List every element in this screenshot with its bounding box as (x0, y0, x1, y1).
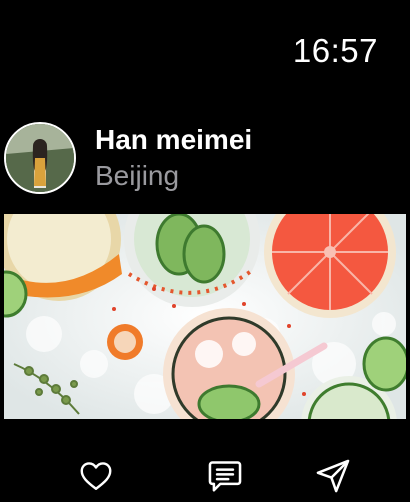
comment-icon (208, 461, 242, 492)
post-header: Han meimei Beijing (4, 122, 404, 194)
status-time: 16:57 (292, 32, 378, 69)
post-actions (0, 448, 410, 502)
author-location: Beijing (95, 160, 180, 191)
comment-button[interactable] (205, 456, 245, 496)
send-icon (316, 459, 350, 493)
author-name[interactable]: Han meimei (95, 124, 252, 156)
avatar[interactable] (4, 122, 76, 194)
avatar-image (6, 124, 74, 192)
heart-icon (80, 462, 112, 490)
drinks-photo-image (4, 214, 406, 419)
post-photo[interactable] (4, 214, 406, 419)
like-button[interactable] (76, 456, 116, 496)
share-button[interactable] (313, 456, 353, 496)
